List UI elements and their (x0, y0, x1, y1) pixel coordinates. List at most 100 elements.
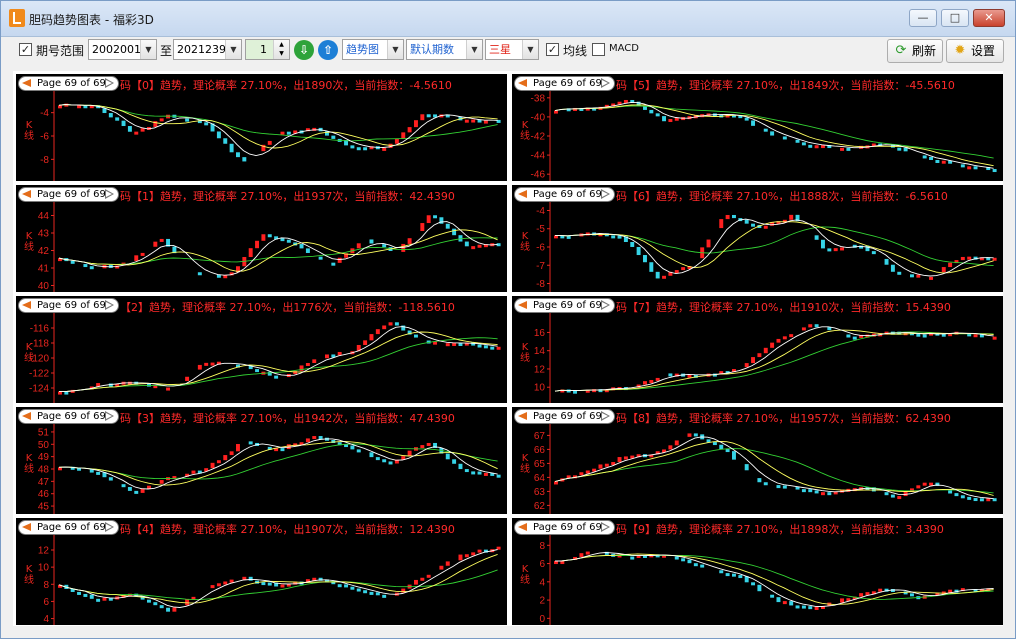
candle (286, 131, 291, 135)
candle (623, 456, 628, 460)
prev-page-icon[interactable] (22, 523, 31, 531)
page-navigator[interactable]: Page 69 of 69 (18, 520, 119, 535)
candle (166, 607, 171, 612)
candle (725, 214, 730, 220)
prev-page-icon[interactable] (518, 412, 527, 420)
candle (248, 441, 253, 445)
candle (554, 110, 558, 114)
candle (693, 433, 698, 437)
prev-page-icon[interactable] (518, 79, 527, 87)
candle (604, 463, 609, 467)
trend-chart-panel: -4 -6 -8 K线 码【0】趋势，理论概率 27.10%，出1890次，当前指数：-… (16, 74, 507, 181)
next-page-icon[interactable] (105, 522, 115, 532)
to-period-select[interactable]: 2021239 ▼ (173, 39, 242, 60)
page-navigator[interactable]: Page 69 of 69 (514, 409, 615, 424)
panel-title: 码【7】趋势，理论概率 27.10%，出1910次，当前指数：15.4390 (616, 301, 951, 314)
y-tick-label: 8 (539, 541, 545, 552)
candle (280, 584, 285, 588)
page-navigator[interactable]: Page 69 of 69 (18, 409, 119, 424)
next-page-icon[interactable] (105, 78, 115, 88)
next-page-icon[interactable] (601, 300, 611, 310)
y-tick-label: 45 (38, 502, 50, 513)
y-tick-label: -124 (29, 384, 49, 395)
candle (267, 371, 272, 376)
maximize-button[interactable]: □ (941, 9, 969, 27)
candle (821, 492, 825, 496)
page-indicator: Page 69 of 69 (37, 78, 106, 89)
prev-page-icon[interactable] (22, 301, 31, 309)
ma5-line (554, 326, 994, 392)
prev-page-icon[interactable] (518, 190, 527, 198)
page-navigator[interactable]: Page 69 of 69 (514, 520, 615, 535)
candle (210, 585, 215, 589)
ma-checkbox[interactable]: ✓ (546, 43, 559, 56)
from-period-select[interactable]: 2002001 ▼ (88, 39, 157, 60)
candle (967, 256, 972, 260)
candle (744, 117, 749, 121)
candle (992, 336, 997, 340)
prev-page-icon[interactable] (518, 301, 527, 309)
trend-chart-panel: 8 6 4 2 0 K线 码【9】趋势，理论概率 27.10%，出1898次，当前指数：3.… (512, 518, 1003, 625)
candle (598, 464, 603, 469)
page-navigator[interactable]: Page 69 of 69 (514, 76, 615, 91)
minimize-button[interactable]: — (909, 9, 937, 27)
prev-page-icon[interactable] (22, 412, 31, 420)
next-page-icon[interactable] (601, 411, 611, 421)
step-up-button[interactable]: ⇧ (318, 40, 338, 60)
macd-checkbox[interactable] (592, 43, 605, 56)
settings-button[interactable]: ✹ 设置 (946, 39, 1004, 63)
candle (827, 492, 832, 496)
period-range-checkbox[interactable]: ✓ (19, 43, 32, 56)
chart-type-select[interactable]: 趋势图 ▼ (342, 39, 404, 60)
candle (356, 243, 361, 249)
y-tick-label: -44 (531, 151, 546, 162)
next-page-icon[interactable] (105, 189, 115, 199)
candle (185, 376, 190, 381)
spinner-arrows-icon[interactable]: ▲ ▼ (273, 40, 289, 59)
ma10-line (554, 329, 994, 392)
candle (159, 238, 164, 242)
candle (725, 449, 730, 453)
y-tick-label: 46 (38, 489, 50, 500)
step-down-button[interactable]: ⇩ (294, 40, 314, 60)
y-tick-label: 62 (534, 501, 546, 512)
close-button[interactable]: ✕ (973, 9, 1005, 27)
period-mode-select[interactable]: 默认期数 ▼ (406, 39, 483, 60)
page-navigator[interactable]: Page 69 of 69 (514, 298, 615, 313)
y-tick-label: 12 (38, 546, 50, 557)
page-navigator[interactable]: Page 69 of 69 (514, 187, 615, 202)
candle (643, 255, 647, 263)
candle (643, 381, 647, 385)
refresh-button[interactable]: ⟳ 刷新 (887, 39, 943, 63)
candle (960, 256, 965, 261)
next-page-icon[interactable] (601, 78, 611, 88)
next-page-icon[interactable] (601, 522, 611, 532)
y-tick-label: -4 (40, 108, 49, 119)
page-navigator[interactable]: Page 69 of 69 (18, 187, 119, 202)
lottery-select[interactable]: 三星 ▼ (485, 39, 539, 60)
next-page-icon[interactable] (601, 189, 611, 199)
page-indicator: Page 69 of 69 (533, 78, 602, 89)
candle (687, 433, 692, 437)
ma10-line (554, 104, 994, 167)
page-navigator[interactable]: Page 69 of 69 (18, 298, 119, 313)
next-page-icon[interactable] (105, 300, 115, 310)
y-tick-label: 14 (534, 346, 546, 357)
candle (916, 274, 921, 278)
candle (649, 262, 654, 272)
next-page-icon[interactable] (105, 411, 115, 421)
candle (223, 138, 228, 144)
page-navigator[interactable]: Page 69 of 69 (18, 76, 119, 91)
candle (267, 582, 272, 586)
candle (185, 118, 190, 122)
to-label: 至 (160, 44, 173, 58)
prev-page-icon[interactable] (518, 523, 527, 531)
prev-page-icon[interactable] (22, 190, 31, 198)
page-indicator: Page 69 of 69 (533, 522, 602, 533)
step-spinner[interactable]: 1 ▲ ▼ (245, 39, 290, 60)
y-tick-label: 42 (38, 246, 50, 257)
y-axis-label: K线 (520, 452, 530, 475)
prev-page-icon[interactable] (22, 79, 31, 87)
candle (394, 138, 399, 144)
candle (108, 477, 113, 481)
